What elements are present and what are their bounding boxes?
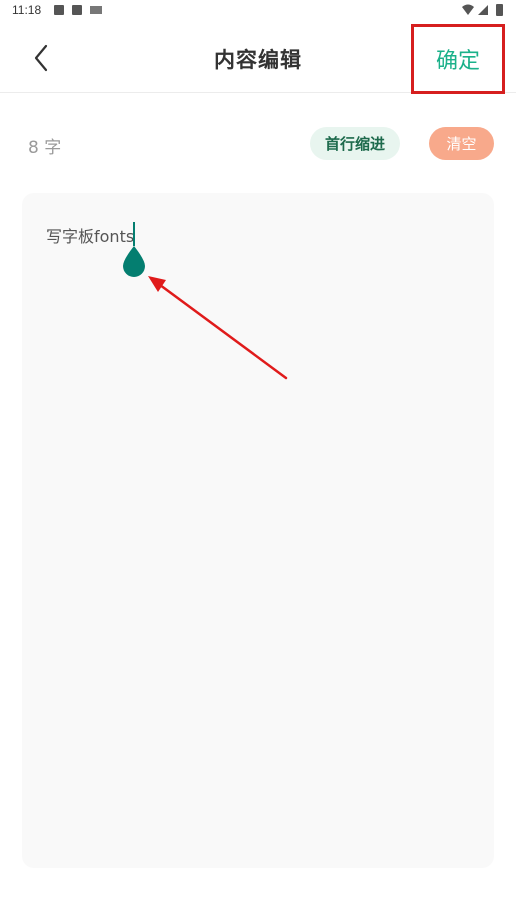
battery-icon bbox=[496, 4, 503, 16]
gallery-notification-icon bbox=[54, 5, 64, 15]
text-cursor bbox=[133, 222, 135, 246]
header-bar: 内容编辑 确定 bbox=[0, 22, 516, 94]
signal-icon bbox=[478, 5, 488, 15]
status-bar: 11:18 bbox=[0, 0, 516, 22]
status-time: 11:18 bbox=[12, 3, 42, 17]
clear-button-label: 清空 bbox=[446, 135, 477, 153]
app-notification-icon bbox=[72, 5, 82, 15]
status-indicators bbox=[462, 4, 503, 16]
clear-button[interactable]: 清空 bbox=[429, 127, 494, 160]
first-line-indent-button[interactable]: 首行缩进 bbox=[310, 127, 400, 160]
wifi-icon bbox=[462, 4, 474, 15]
mail-notification-icon bbox=[90, 6, 102, 14]
character-count: 8 字 bbox=[28, 138, 62, 158]
screen: 11:18 内容编辑 确定 8 字 首行缩进 清空 写字板fonts bbox=[0, 0, 516, 917]
annotation-arrow-shaft bbox=[154, 280, 288, 380]
confirm-button[interactable]: 确定 bbox=[411, 24, 505, 94]
annotation-arrow-head bbox=[148, 276, 166, 292]
annotation-arrow bbox=[148, 276, 288, 380]
first-line-indent-label: 首行缩进 bbox=[324, 135, 385, 153]
confirm-button-label: 确定 bbox=[435, 49, 480, 74]
